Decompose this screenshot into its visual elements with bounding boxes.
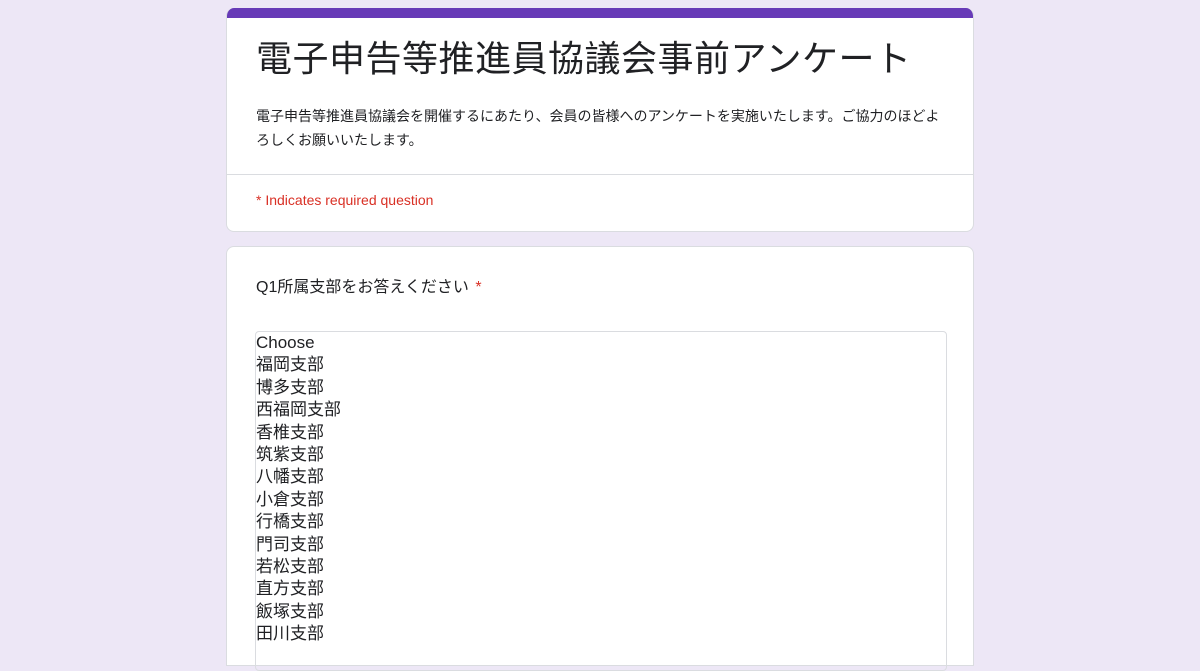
- form-title: 電子申告等推進員協議会事前アンケート: [256, 39, 912, 80]
- select-option[interactable]: 門司支部: [256, 534, 946, 556]
- select-option[interactable]: 直方支部: [256, 578, 946, 600]
- form-container: 電子申告等推進員協議会事前アンケート 電子申告等推進員協議会を開催するにあたり、…: [226, 8, 974, 671]
- question-title: Q1所属支部をお答えください *: [256, 276, 482, 300]
- select-option-choose[interactable]: Choose: [256, 332, 946, 354]
- branch-select[interactable]: Choose 福岡支部 博多支部 西福岡支部 香椎支部 筑紫支部 八幡支部 小倉…: [255, 331, 947, 671]
- select-option[interactable]: 福岡支部: [256, 354, 946, 376]
- select-option[interactable]: 筑紫支部: [256, 444, 946, 466]
- select-option[interactable]: 田川支部: [256, 623, 946, 645]
- select-option[interactable]: 八幡支部: [256, 466, 946, 488]
- required-star: *: [475, 279, 482, 296]
- required-note: * Indicates required question: [256, 192, 434, 208]
- select-option[interactable]: 飯塚支部: [256, 601, 946, 623]
- form-description: 電子申告等推進員協議会を開催するにあたり、会員の皆様へのアンケートを実施いたしま…: [256, 109, 940, 149]
- accent-bar: [227, 8, 973, 18]
- select-option[interactable]: 若松支部: [256, 556, 946, 578]
- question-card: Q1所属支部をお答えください * Choose 福岡支部 博多支部 西福岡支部 …: [226, 246, 974, 671]
- form-header-card: 電子申告等推進員協議会事前アンケート 電子申告等推進員協議会を開催するにあたり、…: [226, 8, 974, 232]
- select-option[interactable]: 行橋支部: [256, 511, 946, 533]
- select-option[interactable]: 西福岡支部: [256, 399, 946, 421]
- question-title-text: Q1所属支部をお答えください: [256, 279, 469, 296]
- divider: [227, 174, 973, 175]
- select-option[interactable]: 小倉支部: [256, 489, 946, 511]
- select-option[interactable]: 香椎支部: [256, 422, 946, 444]
- select-option[interactable]: 博多支部: [256, 377, 946, 399]
